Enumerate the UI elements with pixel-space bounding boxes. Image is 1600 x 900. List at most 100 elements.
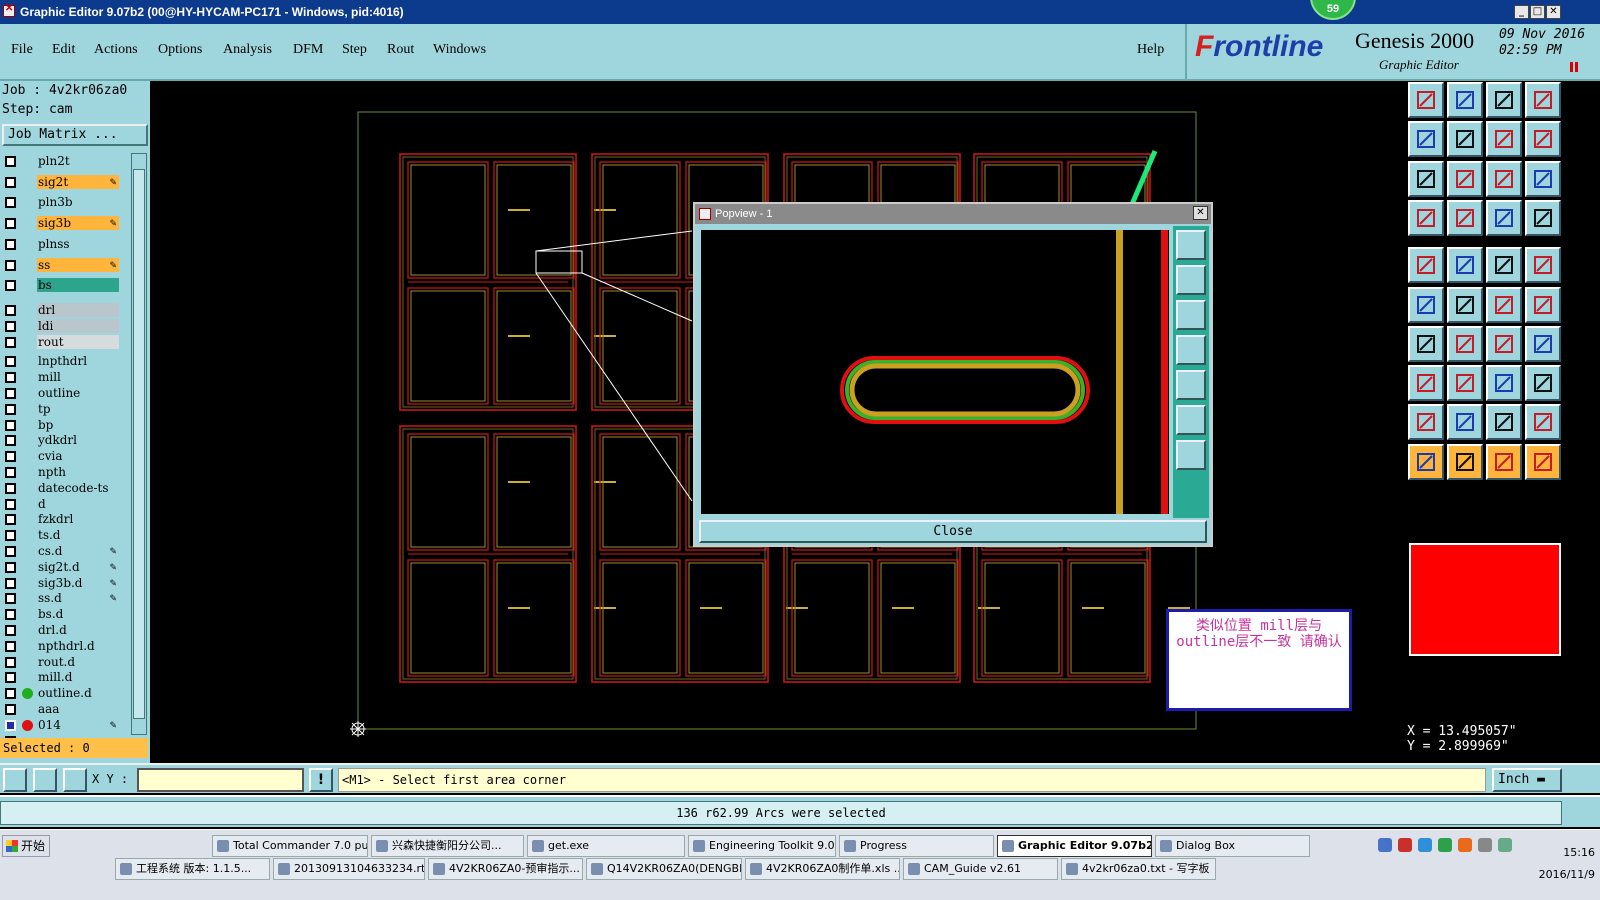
save-icon[interactable] [1408,82,1444,118]
triangle-icon[interactable] [1408,404,1444,441]
popview-tool-pan-right[interactable] [1176,370,1206,400]
task-button[interactable]: Total Commander 7.0 pu... [212,835,368,857]
layer-row-cs-d[interactable]: cs.d ✎ [0,543,122,558]
layer-checkbox[interactable] [5,514,16,526]
app-icon[interactable] [3,3,15,17]
maximize-button[interactable]: □ [1530,5,1545,19]
popview-tool-zoom-home[interactable] [1176,230,1206,260]
popview-tool-pan-down[interactable] [1176,300,1206,330]
layer-name[interactable]: cs.d ✎ [37,543,119,558]
grid-icon[interactable] [1447,199,1483,236]
layer-row-npthdrl-d[interactable]: npthdrl.d [0,638,122,653]
popview-titlebar[interactable]: Popview - 1 [695,204,1211,224]
layer-name[interactable]: datecode-ts [37,480,119,495]
layer-row-pln3b[interactable]: pln3b [0,194,122,210]
layer-name[interactable]: bs.d [37,607,119,622]
menu-analysis[interactable]: Analysis [223,42,272,58]
delta-icon[interactable] [1525,404,1561,441]
layer-checkbox[interactable] [5,719,16,731]
layer-row-fzkdrl[interactable]: fzkdrl [0,511,122,527]
layer-name[interactable]: cvia [37,449,119,464]
layers-icon[interactable] [1525,121,1561,158]
layer-row-sig3b-d[interactable]: sig3b.d ✎ [0,575,122,590]
layer-checkbox[interactable] [5,435,16,447]
layer-checkbox[interactable] [5,656,16,668]
layer-name[interactable]: fzkdrl [37,512,119,527]
layer-row-sig3b[interactable]: sig3b ✎ [0,215,122,231]
task-button[interactable]: 工程系统 版本: 1.1.5... [115,858,270,880]
ime-icon[interactable] [1498,838,1512,852]
layer-row-plnss[interactable]: plnss [0,236,122,251]
layer-checkbox[interactable] [5,640,16,652]
layer-row-bs[interactable]: bs [0,277,122,293]
line-icon[interactable] [1408,325,1444,362]
layer-name[interactable]: pln2t [37,154,119,168]
layer-row-rout-d[interactable]: rout.d [0,654,122,669]
bluetooth-icon[interactable] [1418,838,1432,852]
layer-color-dot[interactable] [22,688,33,700]
pan-icon[interactable] [1447,160,1483,197]
layer-name[interactable]: mill [37,370,119,385]
layer-name[interactable]: 014 ✎ [37,717,119,732]
layer-checkbox[interactable] [5,688,16,700]
layer-name[interactable]: mill.d [37,670,119,685]
task-button[interactable]: Dialog Box [1155,835,1310,857]
task-button[interactable]: Progress [839,835,994,857]
layer-checkbox[interactable] [5,403,16,415]
layer-checkbox[interactable] [5,238,16,250]
update-icon[interactable] [1458,838,1472,852]
layer-name[interactable]: drl [37,302,119,317]
export-icon[interactable] [1447,121,1483,158]
menu-windows[interactable]: Windows [433,42,486,58]
layer-row-outline[interactable]: outline [0,385,122,400]
popview-tool-zoom-fit[interactable] [1176,405,1206,435]
layer-row-014[interactable]: 014 ✎ [0,717,122,732]
pause-icon[interactable] [1570,62,1578,72]
layer-checkbox[interactable] [5,320,16,332]
dash-icon[interactable] [1447,365,1483,402]
layer-name[interactable]: outline [37,385,119,400]
help-icon[interactable] [1525,160,1561,197]
layer-name[interactable]: outline.d [37,686,119,701]
menu-file[interactable]: File [11,42,33,58]
layer-checkbox[interactable] [5,609,16,621]
layer-row-ss-d[interactable]: ss.d ✎ [0,590,122,606]
task-button[interactable]: CAM_Guide v2.61 [903,858,1058,880]
popview-tool-pan-left[interactable] [1176,335,1206,365]
layer-checkbox[interactable] [5,304,16,316]
layer-checkbox[interactable] [5,624,16,636]
layer-row-cvia[interactable]: cvia [0,448,122,464]
measure-icon[interactable] [33,768,57,792]
menu-options[interactable]: Options [158,42,202,58]
add-arc-icon[interactable] [1486,286,1522,323]
layer-row-ldi[interactable]: ldi [0,318,122,333]
cut-icon[interactable] [1447,247,1483,284]
layer-checkbox[interactable] [5,259,16,271]
layer-checkbox[interactable] [5,577,16,589]
layer-row-outline-d[interactable]: outline.d [0,685,122,701]
cross-icon[interactable] [1447,286,1483,323]
layer-checkbox[interactable] [5,280,16,292]
layer-name[interactable]: aaa [37,701,119,716]
layer-name[interactable]: ts.d [37,528,119,543]
layer-checkbox[interactable] [5,356,16,368]
layer-name[interactable]: sig3b.d ✎ [37,575,119,590]
layer-row-datecode-ts[interactable]: datecode-ts [0,480,122,495]
task-button[interactable]: 4V2KR06ZA0-预审指示... [428,858,583,880]
mirror-icon[interactable] [1525,325,1561,362]
layer-name[interactable]: tp [37,401,119,416]
task-button[interactable]: get.exe [527,835,685,857]
layer-checkbox[interactable] [5,466,16,478]
layer-checkbox[interactable] [5,545,16,557]
layer-checkbox[interactable] [5,672,16,684]
flip-icon[interactable] [1486,121,1522,158]
sync-icon[interactable] [1486,199,1522,236]
layer-checkbox[interactable] [5,156,16,167]
layer-row-rout[interactable]: rout [0,334,122,349]
connect-icon[interactable] [1408,286,1444,323]
import-icon[interactable] [1408,121,1444,158]
open-icon[interactable] [1447,82,1483,118]
task-button[interactable]: Graphic Editor 9.07b2... [997,835,1152,857]
layer-row-bp[interactable]: bp [0,417,122,432]
layer-name[interactable]: lnpthdrl [37,354,119,369]
